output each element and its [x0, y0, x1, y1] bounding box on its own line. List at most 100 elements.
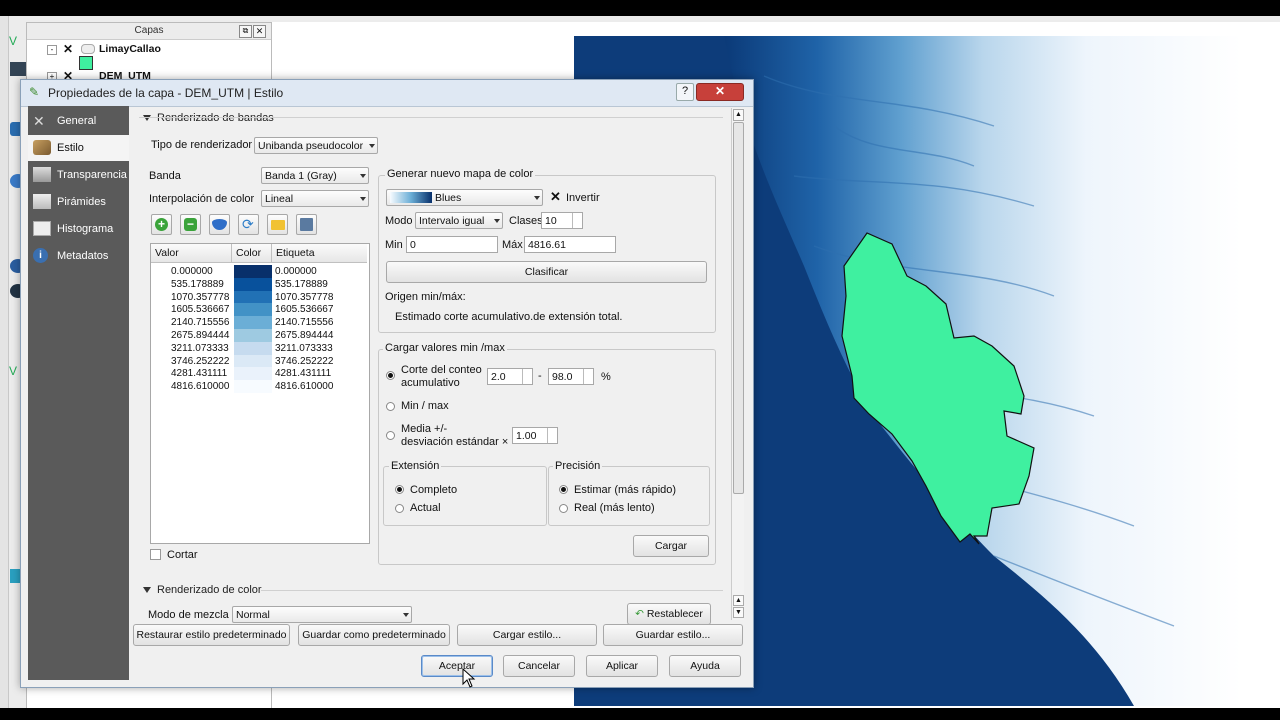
- color-swatch[interactable]: [234, 329, 272, 342]
- color-swatch[interactable]: [234, 290, 272, 304]
- min-label: Min: [385, 239, 403, 251]
- minmax-radio[interactable]: [386, 402, 395, 411]
- load-style-button[interactable]: Cargar estilo...: [457, 624, 597, 646]
- renderer-select[interactable]: Unibanda pseudocolor: [254, 137, 378, 154]
- column-header[interactable]: Color: [232, 244, 272, 263]
- mode-select[interactable]: Intervalo igual: [415, 212, 503, 229]
- color-swatch[interactable]: [234, 265, 272, 278]
- add-entry-button[interactable]: +: [151, 214, 172, 235]
- reset-button[interactable]: ↶ Restablecer: [627, 603, 711, 625]
- sidebar-item-piramides[interactable]: Pirámides: [28, 189, 129, 215]
- max-input[interactable]: 4816.61: [524, 236, 616, 253]
- table-row[interactable]: 2675.894444 2675.894444: [151, 329, 367, 342]
- sidebar-item-transparencia[interactable]: Transparencia: [28, 162, 129, 188]
- table-row[interactable]: 1070.357778 1070.357778: [151, 290, 367, 304]
- table-row[interactable]: 4281.431111 4281.431111: [151, 367, 367, 381]
- cancel-button[interactable]: Cancelar: [503, 655, 575, 677]
- spinner-arrows-icon[interactable]: [583, 369, 593, 384]
- precision-estimate-radio[interactable]: [559, 485, 568, 494]
- sort-entries-button[interactable]: [209, 214, 230, 235]
- bottom-scrollbar[interactable]: ▲ ▼: [731, 594, 744, 620]
- table-row[interactable]: 2140.715556 2140.715556: [151, 316, 367, 330]
- value-cell: 535.178889: [171, 278, 224, 290]
- color-swatch[interactable]: [234, 316, 272, 330]
- blend-select[interactable]: Normal: [232, 606, 412, 623]
- spinner-arrows-icon[interactable]: [572, 213, 582, 228]
- color-swatch[interactable]: [234, 354, 272, 368]
- precision-actual-radio[interactable]: [559, 504, 568, 513]
- band-select[interactable]: Banda 1 (Gray): [261, 167, 369, 184]
- stddev-radio[interactable]: [386, 431, 395, 440]
- table-row[interactable]: 4816.610000 4816.610000: [151, 380, 367, 394]
- collapse-icon[interactable]: -: [47, 45, 57, 55]
- reset-label: Restablecer: [646, 608, 703, 620]
- scroll-down-icon[interactable]: ▼: [733, 607, 744, 618]
- load-colormap-button[interactable]: [267, 214, 288, 235]
- section-label: Renderizado de color: [157, 584, 262, 596]
- help-icon[interactable]: ?: [676, 83, 694, 101]
- sidebar-item-estilo[interactable]: Estilo: [28, 135, 129, 161]
- visibility-check-icon[interactable]: ✕: [63, 42, 73, 56]
- vector-add-icon[interactable]: V: [9, 34, 25, 48]
- sidebar-item-general[interactable]: ✕ General: [28, 108, 129, 134]
- extent-full-radio[interactable]: [395, 485, 404, 494]
- cumulative-radio[interactable]: [386, 371, 395, 380]
- scroll-up-icon[interactable]: ▲: [733, 595, 744, 606]
- dialog-scrollbar[interactable]: ▲: [731, 108, 744, 620]
- column-header[interactable]: Etiqueta: [272, 244, 367, 263]
- color-ramp-select[interactable]: Blues: [386, 189, 543, 206]
- chevron-down-icon: [360, 197, 366, 201]
- float-icon[interactable]: ⧉: [239, 25, 252, 38]
- interp-select[interactable]: Lineal: [261, 190, 369, 207]
- sidebar-item-histograma[interactable]: Histograma: [28, 216, 129, 242]
- load-minmax-button[interactable]: Cargar: [633, 535, 709, 557]
- color-swatch[interactable]: [234, 380, 272, 394]
- help-button[interactable]: Ayuda: [669, 655, 741, 677]
- min-input[interactable]: 0: [406, 236, 498, 253]
- restore-default-style-button[interactable]: Restaurar estilo predeterminado: [133, 624, 290, 646]
- color-swatch[interactable]: [234, 277, 272, 291]
- close-icon[interactable]: ✕: [253, 25, 266, 38]
- color-swatch[interactable]: [234, 303, 272, 317]
- column-header[interactable]: Valor: [151, 244, 232, 263]
- save-icon: [300, 218, 313, 231]
- scroll-up-icon[interactable]: ▲: [733, 109, 744, 121]
- table-row[interactable]: 1605.536667 1605.536667: [151, 303, 367, 317]
- spinner-arrows-icon[interactable]: [522, 369, 532, 384]
- table-row[interactable]: 535.178889 535.178889: [151, 277, 367, 291]
- color-render-header[interactable]: Renderizado de color: [143, 584, 262, 596]
- label-cell: 1070.357778: [275, 291, 334, 303]
- table-row[interactable]: 3746.252222 3746.252222: [151, 354, 367, 368]
- scroll-thumb[interactable]: [733, 122, 744, 494]
- remove-entry-button[interactable]: −: [180, 214, 201, 235]
- sidebar-item-metadatos[interactable]: i Metadatos: [28, 243, 129, 269]
- color-swatch[interactable]: [234, 367, 272, 381]
- layer-item[interactable]: - ✕ LimayCallao: [47, 42, 247, 57]
- info-icon: i: [33, 248, 48, 263]
- table-row[interactable]: 0.000000 0.000000: [151, 265, 367, 278]
- ok-button[interactable]: Aceptar: [421, 655, 493, 677]
- color-swatch[interactable]: [234, 341, 272, 355]
- save-style-button[interactable]: Guardar estilo...: [603, 624, 743, 646]
- cum-high-spinbox[interactable]: 98.0: [548, 368, 594, 385]
- save-as-default-button[interactable]: Guardar como predeterminado: [298, 624, 450, 646]
- cum-low-spinbox[interactable]: 2.0: [487, 368, 533, 385]
- invert-checkbox[interactable]: ✕: [550, 190, 561, 203]
- minus-icon: −: [184, 218, 197, 231]
- raster-add-icon[interactable]: [10, 62, 26, 76]
- classes-spinbox[interactable]: 10: [541, 212, 583, 229]
- save-colormap-button[interactable]: [296, 214, 317, 235]
- table-row[interactable]: 3211.073333 3211.073333: [151, 341, 367, 355]
- clip-checkbox[interactable]: [150, 549, 161, 560]
- refresh-icon: ⟳: [242, 216, 254, 232]
- group-title: Cargar valores min /max: [383, 342, 507, 354]
- extent-current-radio[interactable]: [395, 504, 404, 513]
- reverse-button[interactable]: ⟳: [238, 214, 259, 235]
- classify-button[interactable]: Clasificar: [386, 261, 707, 283]
- apply-button[interactable]: Aplicar: [586, 655, 658, 677]
- color-table[interactable]: Valor Color Etiqueta 0.000000 0.000000 535…: [150, 243, 370, 544]
- spinner-arrows-icon[interactable]: [547, 428, 557, 443]
- close-icon[interactable]: ✕: [696, 83, 744, 101]
- stddev-spinbox[interactable]: 1.00: [512, 427, 558, 444]
- precision-actual-label: Real (más lento): [574, 502, 655, 514]
